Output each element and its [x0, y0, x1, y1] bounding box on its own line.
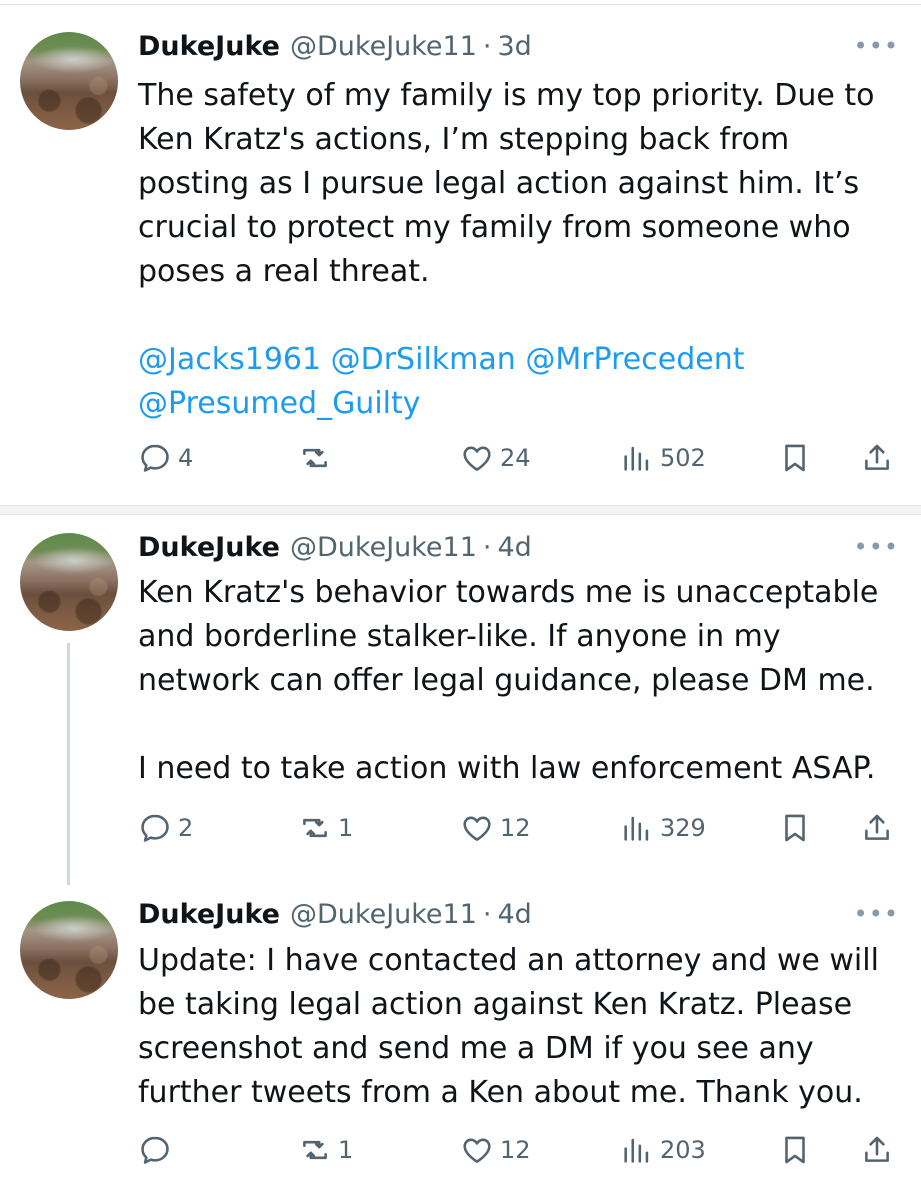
user-handle[interactable]: @DukeJuke11 — [290, 31, 477, 62]
retweet-button[interactable] — [298, 438, 338, 478]
tweet-paragraph: Ken Kratz's behavior towards me is unacc… — [138, 575, 879, 698]
views-icon — [624, 1138, 649, 1163]
retweet-count: 1 — [338, 814, 354, 842]
views-button[interactable]: 203 — [620, 1130, 706, 1170]
bookmark-icon — [785, 444, 805, 472]
mentions-line: @Jacks1961 @DrSilkman @MrPrecedent @Pres… — [138, 338, 908, 426]
tweet-header: DukeJuke @DukeJuke11 · 3d — [138, 26, 532, 66]
heart-icon — [463, 816, 491, 841]
retweet-icon — [303, 448, 327, 468]
bookmark-button[interactable] — [778, 438, 812, 478]
more-options-icon[interactable]: ••• — [854, 533, 899, 561]
timestamp[interactable]: 3d — [498, 31, 532, 62]
timestamp[interactable]: 4d — [498, 899, 532, 930]
avatar[interactable] — [20, 901, 118, 999]
mention-link[interactable]: @Jacks1961 — [138, 342, 321, 377]
reply-count: 4 — [178, 444, 194, 472]
action-bar: 4 24 502 — [138, 438, 898, 478]
reply-icon — [141, 1136, 169, 1164]
like-count: 12 — [500, 814, 531, 842]
bookmark-icon — [785, 814, 805, 842]
like-count: 12 — [500, 1136, 531, 1164]
share-button[interactable] — [860, 1130, 894, 1170]
bookmark-button[interactable] — [778, 1130, 812, 1170]
like-button[interactable]: 12 — [460, 1130, 531, 1170]
heart-icon — [463, 1138, 491, 1163]
action-bar: 2 1 12 329 — [138, 808, 898, 848]
like-button[interactable]: 12 — [460, 808, 531, 848]
reply-button[interactable]: 2 — [138, 808, 193, 848]
tweet-3[interactable]: DukeJuke @DukeJuke11 · 4d ••• Update: I … — [0, 885, 921, 1200]
timestamp[interactable]: 4d — [498, 532, 532, 563]
mention-link[interactable]: @DrSilkman — [331, 342, 516, 377]
share-icon — [865, 1136, 889, 1162]
tweet-text: Update: I have contacted an attorney and… — [138, 939, 908, 1115]
thread-connector — [67, 643, 70, 885]
share-button[interactable] — [860, 438, 894, 478]
retweet-button[interactable]: 1 — [298, 1130, 353, 1170]
tweet-paragraph: Update: I have contacted an attorney and… — [138, 943, 879, 1110]
share-icon — [865, 814, 889, 840]
display-name[interactable]: DukeJuke — [138, 532, 280, 563]
views-count: 502 — [660, 444, 706, 472]
separator-dot: · — [482, 898, 492, 930]
tweet-2[interactable]: DukeJuke @DukeJuke11 · 4d ••• Ken Kratz'… — [0, 515, 921, 885]
heart-icon — [463, 446, 491, 471]
tweet-separator — [0, 505, 921, 515]
views-button[interactable]: 502 — [620, 438, 706, 478]
reply-icon — [141, 814, 169, 842]
more-options-icon[interactable]: ••• — [854, 900, 899, 928]
tweet-1[interactable]: DukeJuke @DukeJuke11 · 3d ••• The safety… — [0, 0, 921, 505]
share-button[interactable] — [860, 808, 894, 848]
tweet-header: DukeJuke @DukeJuke11 · 4d — [138, 527, 532, 567]
tweet-text: The safety of my family is my top priori… — [138, 74, 908, 426]
tweet-header: DukeJuke @DukeJuke11 · 4d — [138, 894, 532, 934]
user-handle[interactable]: @DukeJuke11 — [290, 899, 477, 930]
tweet-text: Ken Kratz's behavior towards me is unacc… — [138, 571, 908, 791]
retweet-icon — [303, 818, 327, 838]
bookmark-icon — [785, 1136, 805, 1164]
separator-dot: · — [482, 531, 492, 563]
more-options-icon[interactable]: ••• — [854, 32, 899, 60]
reply-button[interactable]: 4 — [138, 438, 193, 478]
tweet-paragraph: I need to take action with law enforceme… — [138, 751, 876, 786]
retweet-count: 1 — [338, 1136, 354, 1164]
avatar[interactable] — [20, 32, 118, 130]
views-count: 203 — [660, 1136, 706, 1164]
bookmark-button[interactable] — [778, 808, 812, 848]
avatar[interactable] — [20, 533, 118, 631]
retweet-button[interactable]: 1 — [298, 808, 353, 848]
like-button[interactable]: 24 — [460, 438, 531, 478]
separator-dot: · — [482, 30, 492, 62]
views-icon — [624, 446, 649, 471]
like-count: 24 — [500, 444, 531, 472]
display-name[interactable]: DukeJuke — [138, 899, 280, 930]
views-icon — [624, 816, 649, 841]
reply-button[interactable] — [138, 1130, 178, 1170]
action-bar: 1 12 203 — [138, 1130, 898, 1170]
reply-icon — [141, 444, 169, 472]
mention-link[interactable]: @Presumed_Guilty — [138, 386, 421, 421]
user-handle[interactable]: @DukeJuke11 — [290, 532, 477, 563]
tweet-paragraph: The safety of my family is my top priori… — [138, 78, 875, 289]
retweet-icon — [303, 1140, 327, 1160]
views-count: 329 — [660, 814, 706, 842]
mention-link[interactable]: @MrPrecedent — [525, 342, 744, 377]
display-name[interactable]: DukeJuke — [138, 31, 280, 62]
reply-count: 2 — [178, 814, 194, 842]
share-icon — [865, 444, 889, 470]
views-button[interactable]: 329 — [620, 808, 706, 848]
